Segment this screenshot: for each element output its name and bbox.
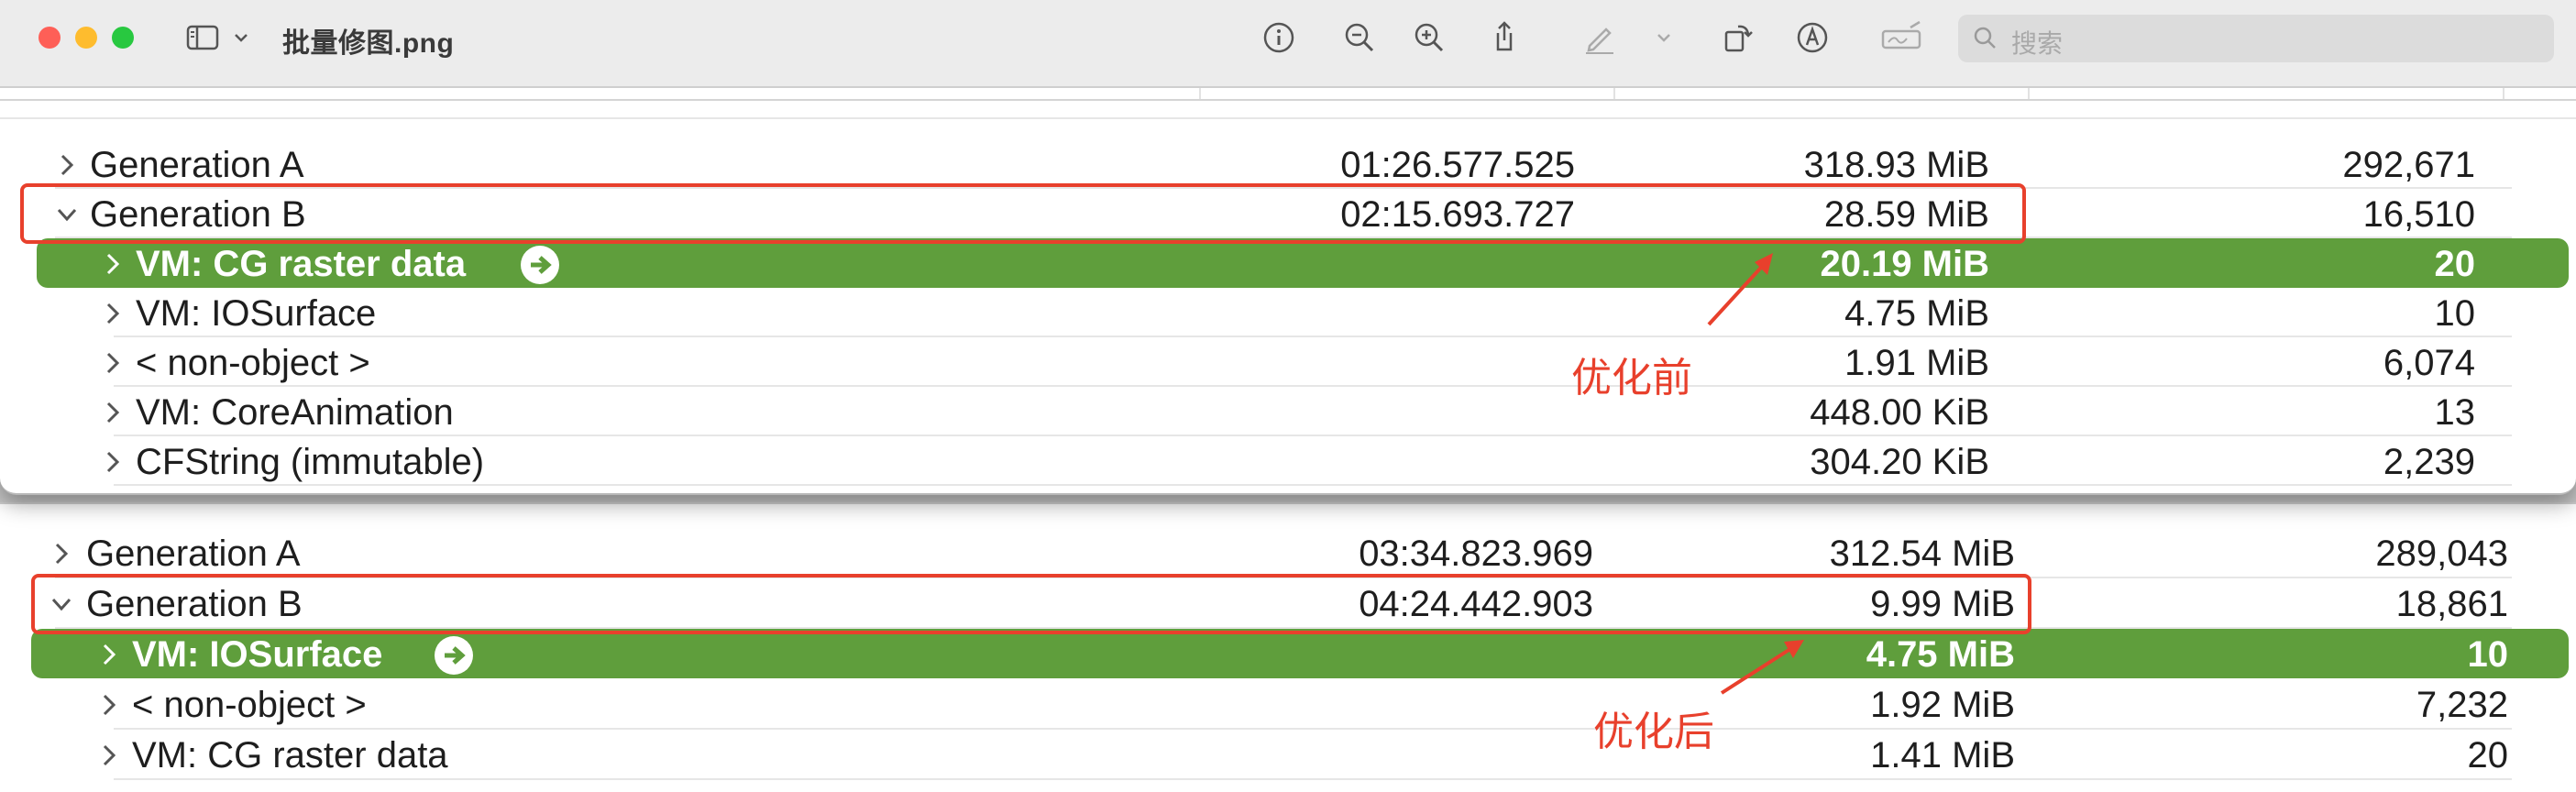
table-row[interactable]: VM: IOSurface 4.75 MiB 10 [0,288,2576,337]
preview-window-after: Generation A 03:34.823.969 312.54 MiB 289,0… [0,502,2576,792]
chevron-down-icon[interactable] [227,18,255,57]
zoom-out-icon[interactable] [1340,18,1379,57]
highlight-box [20,183,2026,244]
row-name: VM: CG raster data [136,244,467,284]
row-count: 16,510 [2362,194,2475,235]
disclosure-collapsed-icon[interactable] [99,399,127,426]
row-name: VM: IOSurface [132,634,383,675]
row-name: CFString (immutable) [136,442,485,482]
table-row[interactable]: < non-object >1.92 MiB 7,232 [0,679,2576,729]
row-name: Generation A [90,145,304,185]
window-title: 批量修图.png [282,28,455,59]
table-row-selected[interactable]: VM: IOSurface 4.75 MiB 10 [31,629,2569,678]
disclosure-collapsed-icon[interactable] [95,641,123,668]
rotate-icon[interactable] [1720,18,1758,57]
row-count: 20 [2434,244,2476,284]
zoom-button[interactable] [112,27,134,49]
row-divider [0,117,2576,119]
markup-icon[interactable] [1793,18,1832,57]
row-count: 2,239 [2383,442,2475,482]
annotation-arrow [1707,253,1773,326]
table-row[interactable]: CFString (immutable) 304.20 KiB 2,239 [0,436,2576,486]
column-separator[interactable] [2503,88,2504,99]
row-count: 10 [2434,293,2476,334]
search-input[interactable]: 搜索 [1958,15,2554,62]
go-to-arrow-icon[interactable] [435,636,473,675]
row-size: 312.54 MiB [1829,534,2015,574]
row-time: 03:34.823.969 [1359,534,1593,574]
row-count: 10 [2467,634,2509,675]
row-name: < non-object > [132,685,367,725]
disclosure-collapsed-icon[interactable] [99,250,127,278]
row-name: VM: IOSurface [136,293,377,334]
disclosure-collapsed-icon[interactable] [48,540,75,567]
annotation-arrow [1720,640,1804,695]
row-name: Generation A [86,534,301,574]
table-row[interactable]: < non-object >1.91 MiB 6,074 [0,337,2576,387]
minimize-button[interactable] [75,27,97,49]
row-size: 4.75 MiB [1866,634,2015,675]
column-separator[interactable] [1613,88,1615,99]
highlight-box [31,574,2031,634]
chevron-down-icon[interactable] [1650,18,1678,57]
markup-pen-icon[interactable] [1580,18,1619,57]
window-toolbar: 批量修图.png 搜索 [0,0,2576,88]
row-size: 318.93 MiB [1803,145,1989,185]
row-divider [114,484,2512,486]
table-row[interactable]: VM: CG raster data 1.41 MiB 20 [0,730,2576,779]
table-row-selected[interactable]: VM: CG raster data 20.19 MiB 20 [37,238,2569,288]
row-name: VM: CoreAnimation [136,392,454,433]
column-separator[interactable] [1199,88,1201,99]
row-count: 7,232 [2416,685,2508,725]
go-to-arrow-icon[interactable] [521,246,559,284]
row-size: 20.19 MiB [1820,244,1989,284]
row-count: 292,671 [2342,145,2475,185]
row-count: 18,861 [2395,584,2508,624]
disclosure-collapsed-icon[interactable] [95,742,123,769]
share-icon[interactable] [1485,18,1524,57]
row-size: 4.75 MiB [1844,293,1989,334]
disclosure-collapsed-icon[interactable] [99,448,127,476]
preview-window-before: 批量修图.png 搜索 Generation A 01:26.577.525 3… [0,0,2576,495]
disclosure-collapsed-icon[interactable] [53,151,81,179]
row-count: 13 [2434,392,2476,433]
zoom-in-icon[interactable] [1410,18,1448,57]
close-button[interactable] [39,27,61,49]
sidebar-icon[interactable] [183,18,222,57]
disclosure-collapsed-icon[interactable] [95,691,123,719]
header-divider [0,99,2576,101]
row-divider [114,778,2512,780]
row-size: 304.20 KiB [1810,442,1989,482]
annotation-label-after: 优化后 [1593,710,1714,754]
row-count: 289,043 [2375,534,2508,574]
search-placeholder: 搜索 [2011,29,2064,58]
search-icon [1971,24,2000,53]
row-count: 20 [2467,735,2509,776]
row-name: VM: CG raster data [132,735,448,776]
column-separator[interactable] [2028,88,2030,99]
row-time: 01:26.577.525 [1340,145,1575,185]
annotation-label-before: 优化前 [1571,356,1692,401]
table-row[interactable]: VM: CoreAnimation 448.00 KiB 13 [0,387,2576,436]
info-icon[interactable] [1260,18,1298,57]
disclosure-collapsed-icon[interactable] [99,349,127,377]
row-name: < non-object > [136,343,370,383]
table-row[interactable]: Generation A 01:26.577.525 318.93 MiB 292,6… [0,139,2576,189]
disclosure-collapsed-icon[interactable] [99,300,127,327]
sign-icon[interactable] [1879,18,1923,57]
row-count: 6,074 [2383,343,2475,383]
table-row[interactable]: Generation A 03:34.823.969 312.54 MiB 289,0… [0,528,2576,578]
